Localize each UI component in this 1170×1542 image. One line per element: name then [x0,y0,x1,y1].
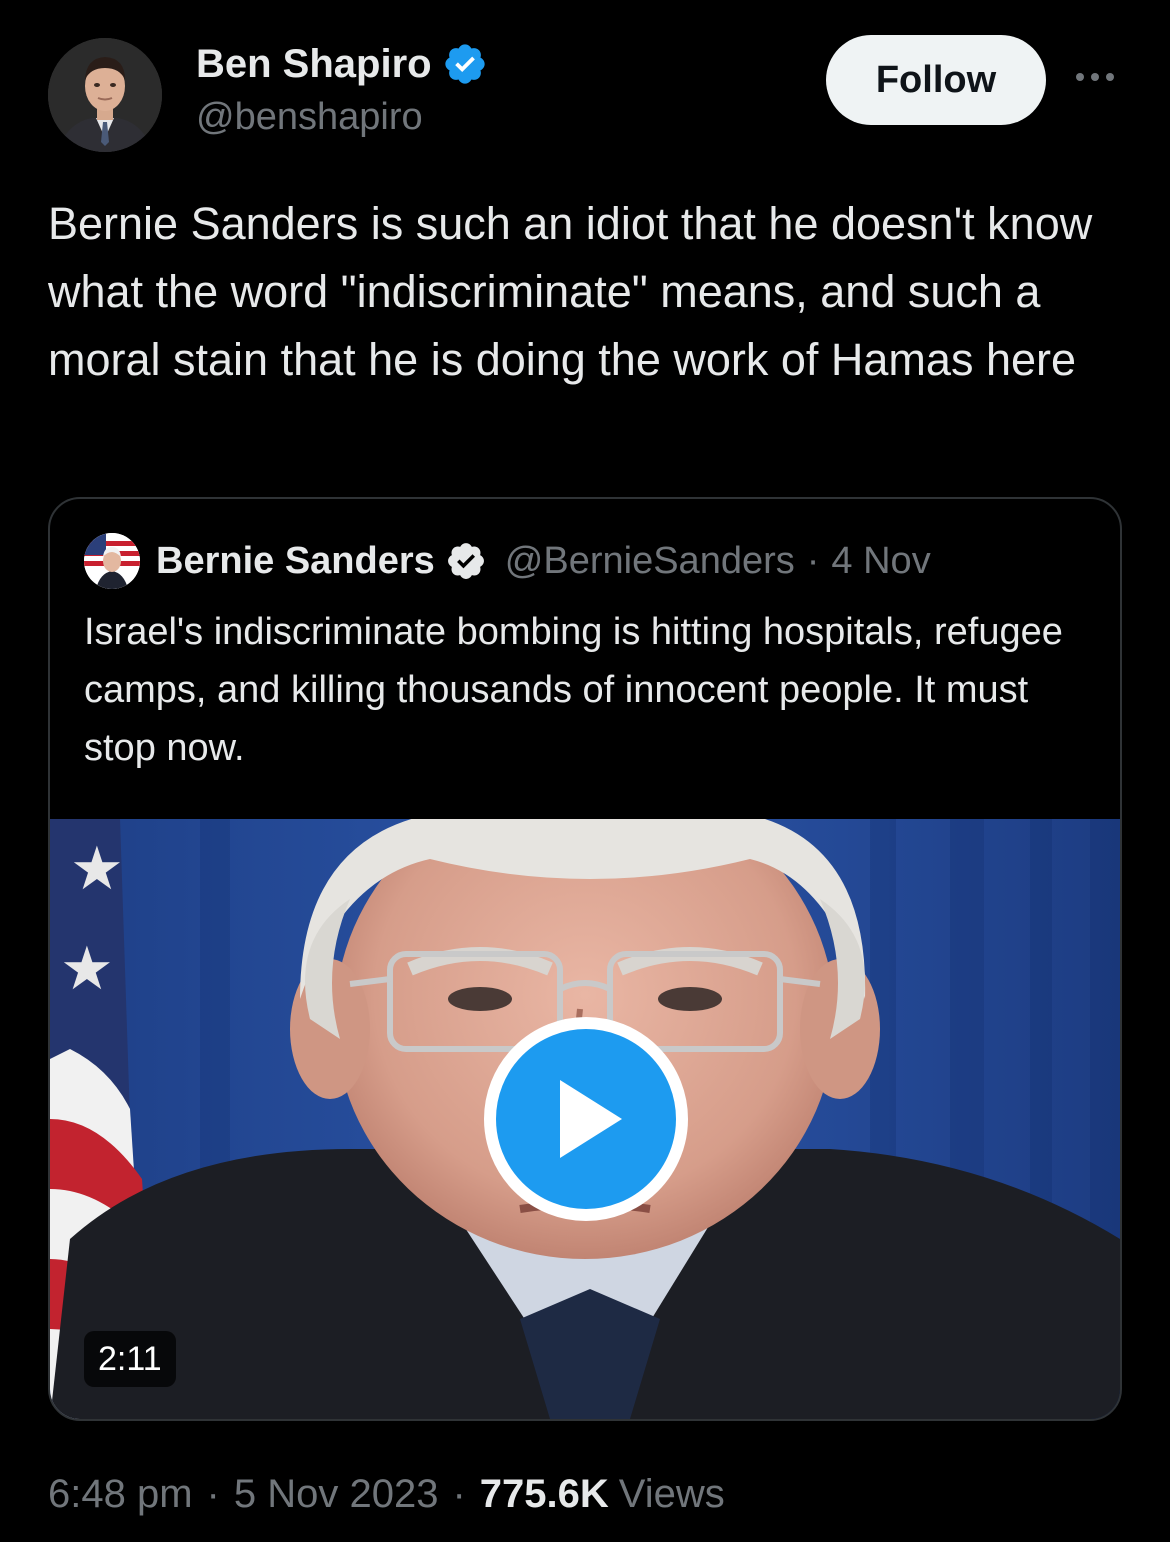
tweet-time[interactable]: 6:48 pm [48,1472,193,1517]
more-horizontal-icon[interactable] [1070,62,1120,92]
tweet: Ben Shapiro @benshapiro Follow Bernie Sa… [0,0,1170,1542]
views-label: Views [618,1471,725,1516]
verified-badge-icon [444,44,485,84]
more-dot [1106,73,1114,81]
tweet-meta: 6:48 pm · 5 Nov 2023 · 775.6K Views [48,1466,725,1522]
quoted-tweet[interactable]: Bernie Sanders @BernieSanders · 4 Nov Is… [48,497,1122,1421]
quoted-author-avatar [84,533,140,589]
quoted-verified-badge-icon [447,543,484,579]
quoted-date: 4 Nov [831,539,931,582]
svg-text:★: ★ [60,934,114,1004]
quoted-author-handle: @BernieSanders [504,539,795,582]
more-dot [1076,73,1084,81]
tweet-text: Bernie Sanders is such an idiot that he … [48,198,1093,385]
meta-separator: · [452,1471,466,1516]
follow-button[interactable]: Follow [826,35,1046,125]
author-handle[interactable]: @benshapiro [196,96,423,139]
quoted-author-name: Bernie Sanders [156,539,435,582]
tweet-date[interactable]: 5 Nov 2023 [234,1472,439,1517]
video-duration: 2:11 [84,1331,176,1387]
author-avatar-image [48,38,162,152]
views-count: 775.6K [479,1471,609,1516]
meta-separator: · [206,1471,220,1516]
quoted-video[interactable]: ★ ★ 2:11 [50,819,1120,1419]
quoted-tweet-text: Israel's indiscriminate bombing is hitti… [84,611,1063,769]
quoted-tweet-header: Bernie Sanders @BernieSanders · 4 Nov [84,531,931,591]
author-name[interactable]: Ben Shapiro [196,42,432,87]
play-button[interactable] [484,1017,688,1221]
more-dot [1091,73,1099,81]
play-icon [560,1080,622,1158]
svg-text:★: ★ [70,834,124,904]
author-name-row: Ben Shapiro [196,38,488,90]
quoted-author-avatar-image [84,533,140,589]
quoted-separator: · [806,539,820,582]
author-avatar[interactable] [48,38,162,152]
